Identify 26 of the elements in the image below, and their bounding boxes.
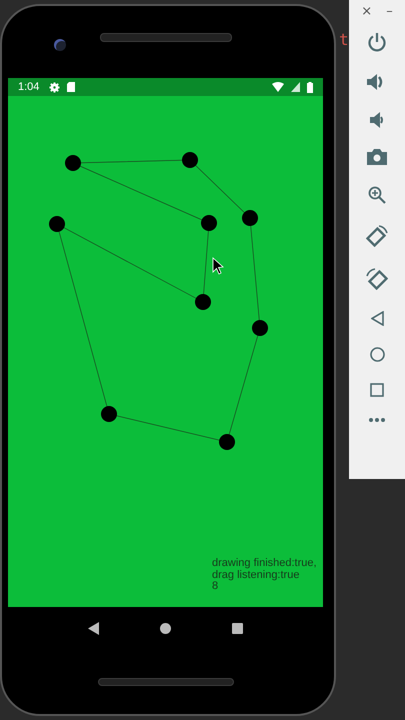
camera-icon[interactable] — [367, 149, 387, 165]
home-icon[interactable] — [370, 347, 384, 362]
status-text: drag listening:true — [212, 570, 300, 581]
minimize-button[interactable]: – — [384, 4, 395, 19]
status-text: drawing finished:true, — [212, 558, 317, 570]
wifi-icon — [272, 82, 284, 92]
back-icon[interactable] — [88, 622, 100, 635]
rotate-right-icon[interactable] — [366, 225, 388, 247]
code-text: t — [339, 30, 349, 49]
recents-icon[interactable] — [232, 623, 243, 634]
sd-card-icon — [67, 82, 76, 92]
back-icon[interactable] — [370, 311, 384, 326]
status-time: 1:04 — [18, 81, 40, 93]
home-icon[interactable] — [160, 623, 172, 634]
battery-icon — [307, 82, 313, 92]
zoom-icon[interactable] — [368, 186, 386, 204]
more-icon[interactable] — [369, 418, 385, 422]
rotate-left-icon[interactable] — [366, 268, 388, 290]
close-button[interactable]: × — [359, 4, 374, 19]
gear-icon — [49, 82, 60, 92]
signal-icon — [291, 82, 300, 92]
volume-down-icon[interactable] — [370, 112, 384, 128]
status-text: 8 — [212, 581, 218, 592]
power-icon[interactable] — [367, 32, 387, 52]
camera-icon — [54, 39, 66, 51]
overview-icon[interactable] — [370, 383, 384, 397]
